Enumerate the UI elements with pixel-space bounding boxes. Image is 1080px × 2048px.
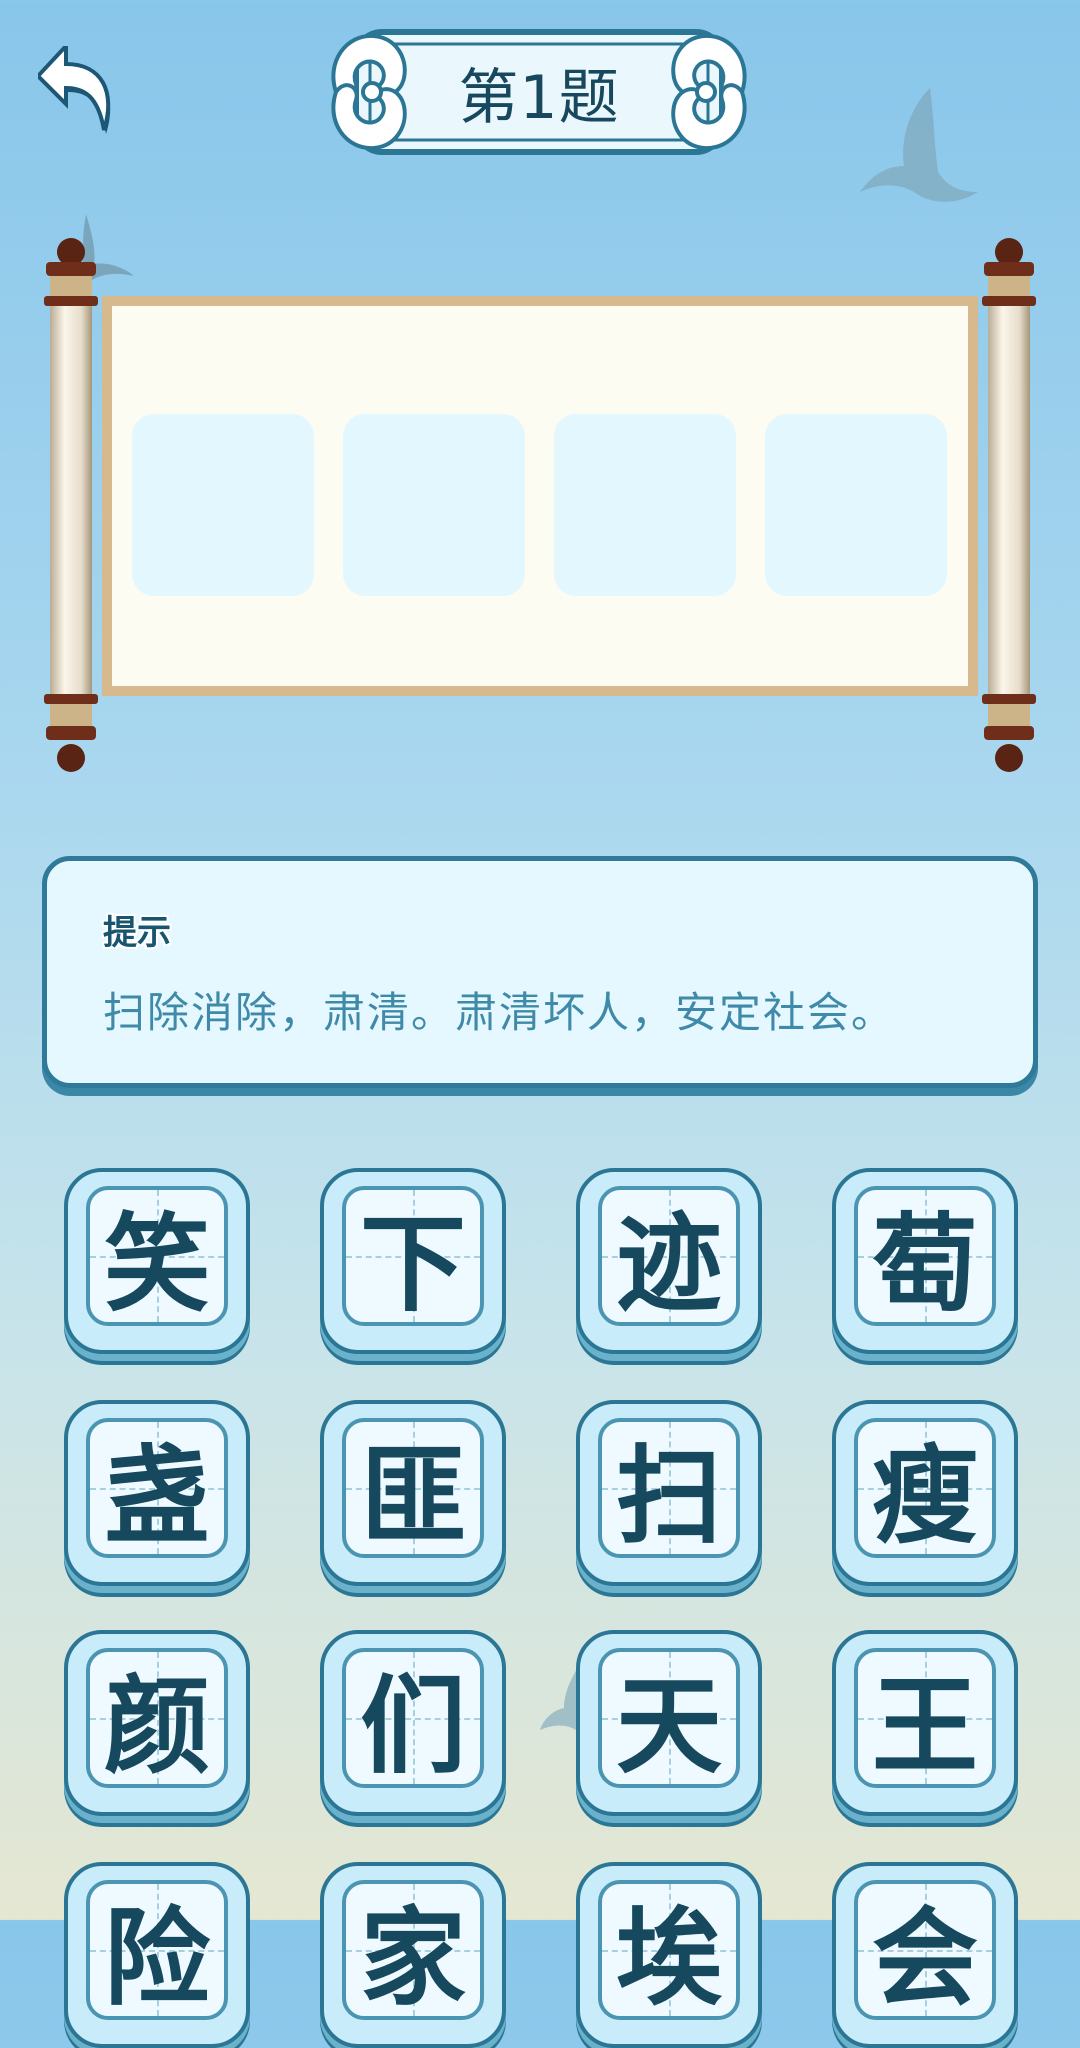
char-tile[interactable]: 们 <box>320 1630 506 1816</box>
tile-char: 迹 <box>616 1203 722 1326</box>
char-tile[interactable]: 天 <box>576 1630 762 1816</box>
hint-text: 扫除消除，肃清。肃清坏人，安定社会。 <box>103 988 896 1037</box>
tile-char: 瘦 <box>872 1435 978 1558</box>
tile-char: 会 <box>872 1897 978 2020</box>
tile-char: 天 <box>616 1665 722 1788</box>
tile-char: 扫 <box>616 1435 722 1558</box>
tile-char: 匪 <box>360 1435 466 1558</box>
char-tile[interactable]: 萄 <box>832 1168 1018 1354</box>
answer-slot-2[interactable] <box>343 414 525 596</box>
tile-char: 盏 <box>104 1435 210 1558</box>
char-tile[interactable]: 扫 <box>576 1400 762 1586</box>
tile-char: 王 <box>872 1665 978 1788</box>
level-title-banner: 第1题 <box>326 22 752 162</box>
scroll-roller-right <box>982 238 1036 772</box>
tile-char: 下 <box>360 1203 466 1326</box>
tile-char: 颜 <box>104 1665 210 1788</box>
scroll-roller-left <box>44 238 98 772</box>
tile-char: 萄 <box>872 1203 978 1326</box>
answer-slot-4[interactable] <box>765 414 947 596</box>
char-tile[interactable]: 会 <box>832 1862 1018 2048</box>
char-tile[interactable]: 险 <box>64 1862 250 2048</box>
hint-title: 提示 <box>103 913 171 953</box>
tile-char: 笑 <box>104 1203 210 1326</box>
char-tile[interactable]: 盏 <box>64 1400 250 1586</box>
char-tile[interactable]: 下 <box>320 1168 506 1354</box>
char-tile[interactable]: 王 <box>832 1630 1018 1816</box>
char-tile[interactable]: 埃 <box>576 1862 762 2048</box>
answer-slot-3[interactable] <box>554 414 736 596</box>
tile-char: 埃 <box>616 1897 722 2020</box>
tile-char: 险 <box>104 1897 210 2020</box>
char-tile[interactable]: 瘦 <box>832 1400 1018 1586</box>
tile-char: 们 <box>360 1665 466 1788</box>
hint-card: 提示 扫除消除，肃清。肃清坏人，安定社会。 <box>42 856 1038 1088</box>
back-arrow-icon <box>35 40 111 134</box>
char-tile[interactable]: 家 <box>320 1862 506 2048</box>
char-tile[interactable]: 匪 <box>320 1400 506 1586</box>
back-button[interactable] <box>35 40 114 138</box>
swallow-icon <box>860 88 978 202</box>
tile-char: 家 <box>360 1897 466 2020</box>
level-title: 第1题 <box>458 62 620 133</box>
char-tile[interactable]: 笑 <box>64 1168 250 1354</box>
char-tile[interactable]: 颜 <box>64 1630 250 1816</box>
answer-slot-1[interactable] <box>132 414 314 596</box>
char-tile[interactable]: 迹 <box>576 1168 762 1354</box>
